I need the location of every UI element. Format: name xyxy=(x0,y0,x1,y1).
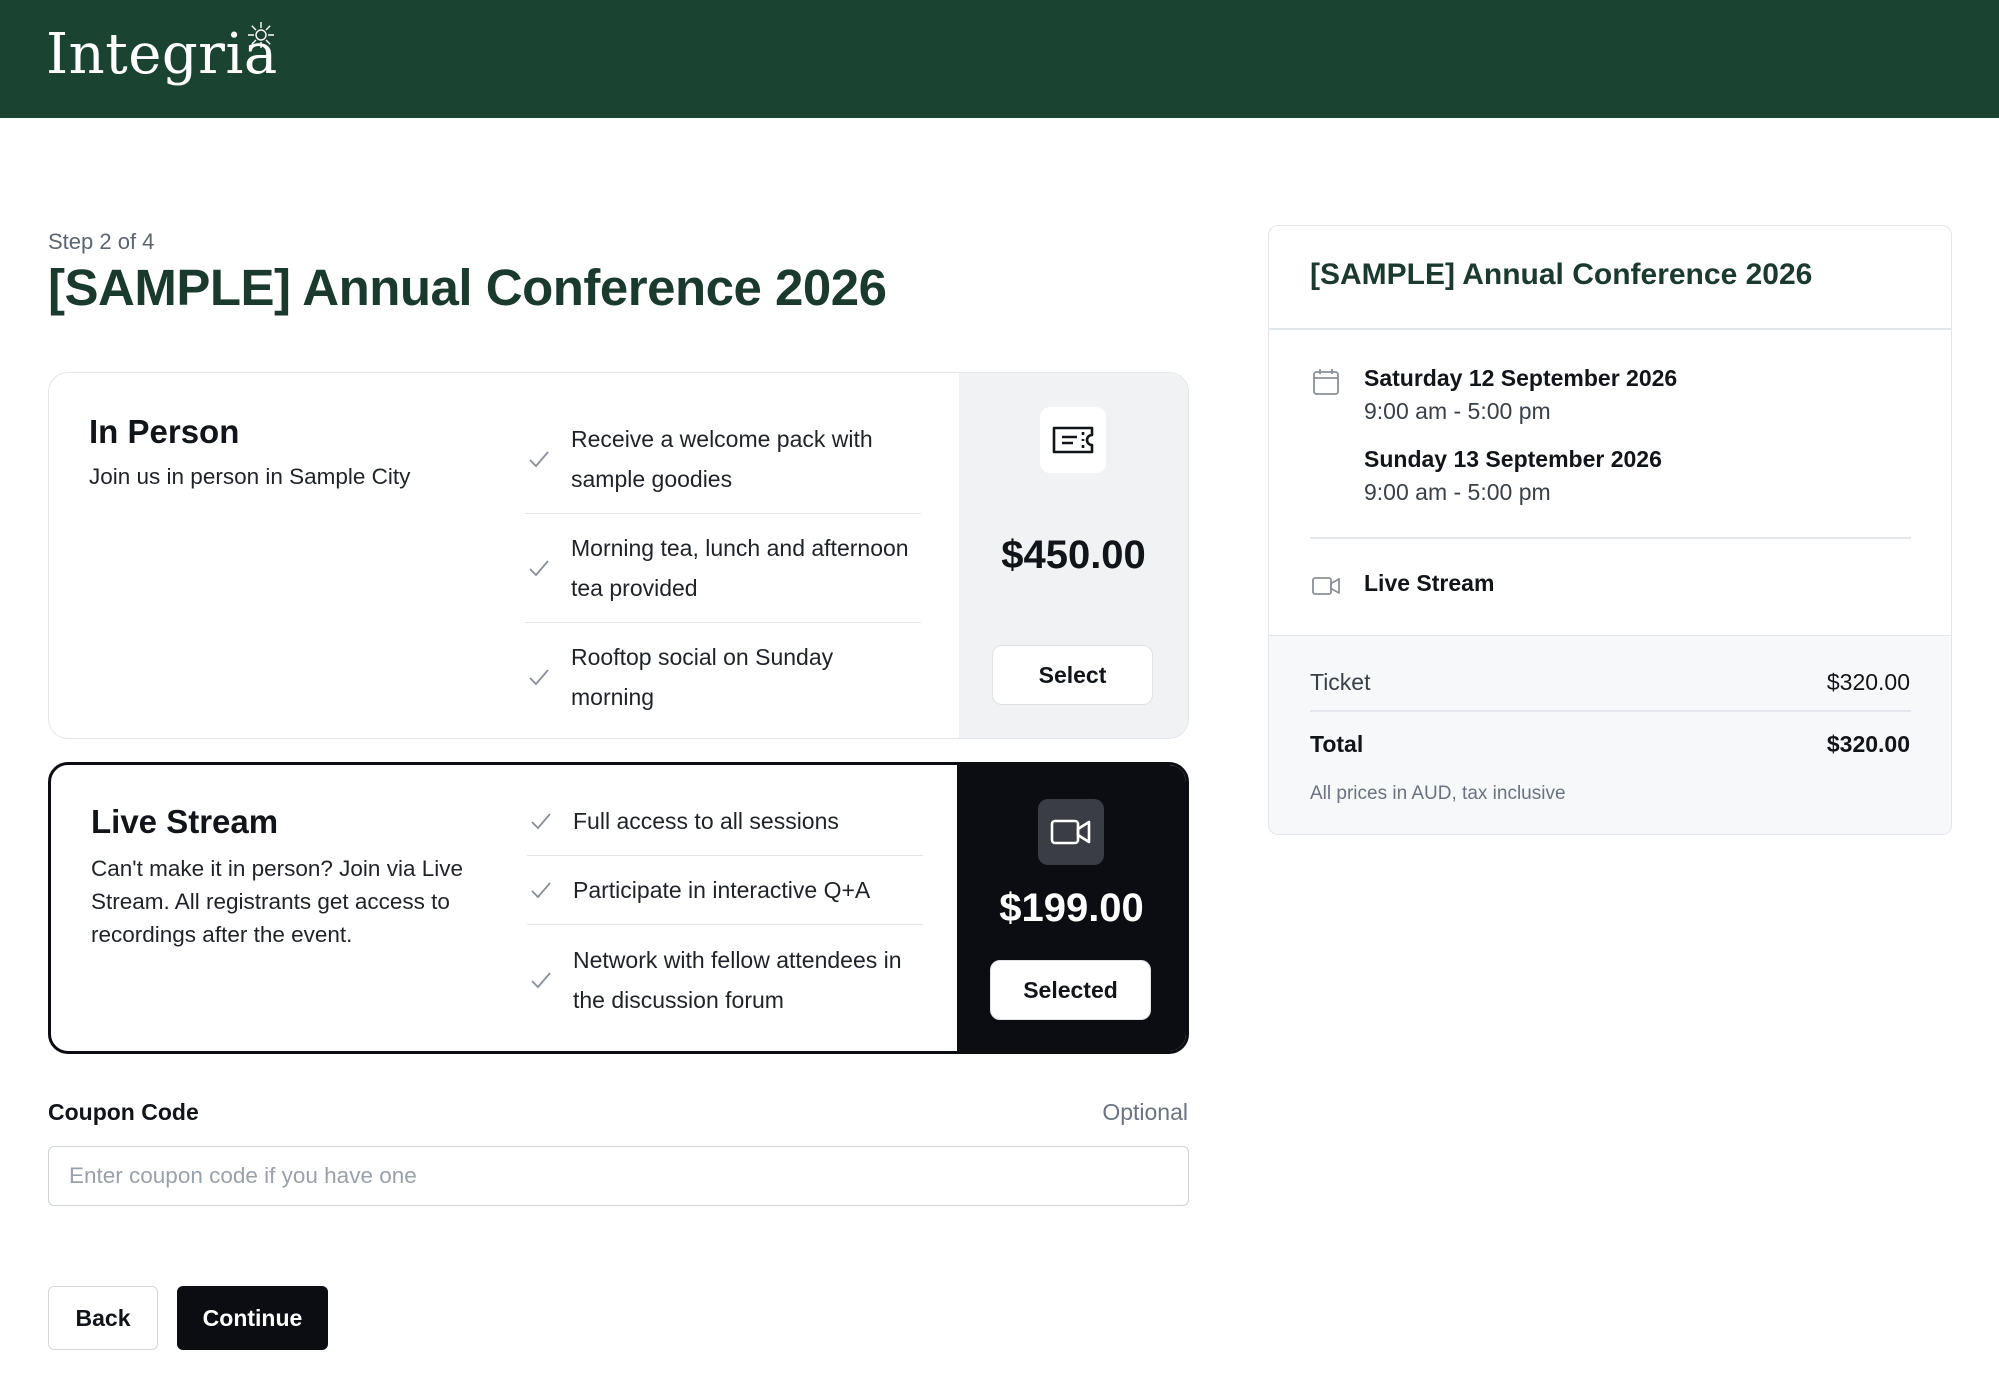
feature-text: Rooftop social on Sunday morning xyxy=(571,643,834,710)
coupon-label: Coupon Code xyxy=(48,1099,199,1125)
summary-date-day: Saturday 12 September 2026 xyxy=(1364,365,1678,391)
feature-list: Receive a welcome pack with sample goodi… xyxy=(525,405,921,730)
check-icon xyxy=(531,813,551,830)
feature-item: Network with fellow attendees in the dis… xyxy=(527,925,923,1035)
coupon-input[interactable] xyxy=(48,1146,1189,1206)
back-button[interactable]: Back xyxy=(48,1286,158,1350)
feature-item: Full access to all sessions xyxy=(527,787,923,856)
step-indicator: Step 2 of 4 xyxy=(48,229,155,254)
check-icon xyxy=(531,882,551,899)
feature-item: Receive a welcome pack with sample goodi… xyxy=(525,405,921,514)
feature-list: Full access to all sessions Participate … xyxy=(527,787,923,1035)
ticket-icon xyxy=(1052,426,1094,454)
calendar-icon xyxy=(1313,369,1339,395)
price-note: All prices in AUD, tax inclusive xyxy=(1310,783,1566,804)
ticket-icon-box xyxy=(1040,407,1106,473)
order-summary: [SAMPLE] Annual Conference 2026 Saturday… xyxy=(1268,225,1952,835)
summary-title: [SAMPLE] Annual Conference 2026 xyxy=(1310,258,1813,291)
summary-divider xyxy=(1269,328,1951,330)
option-price: $199.00 xyxy=(999,886,1144,930)
feature-text: Participate in interactive Q+A xyxy=(573,877,871,903)
summary-divider xyxy=(1310,710,1911,712)
selected-button[interactable]: Selected xyxy=(990,960,1151,1020)
total-label: Total xyxy=(1310,731,1364,757)
summary-date-day: Sunday 13 September 2026 xyxy=(1364,446,1662,472)
continue-button[interactable]: Continue xyxy=(177,1286,328,1350)
summary-date-time: 9:00 am - 5:00 pm xyxy=(1364,398,1551,424)
summary-divider xyxy=(1310,537,1911,539)
price-panel: $450.00 Select xyxy=(959,373,1188,738)
summary-pricing: Ticket $320.00 Total $320.00 All prices … xyxy=(1269,635,1951,834)
video-icon-box xyxy=(1038,799,1104,865)
video-camera-icon xyxy=(1050,819,1091,845)
option-description: Join us in person in Sample City xyxy=(89,464,411,489)
feature-text: Receive a welcome pack with sample goodi… xyxy=(571,426,873,492)
price-panel: $199.00 Selected xyxy=(957,765,1186,1051)
check-icon xyxy=(529,668,549,685)
feature-item: Participate in interactive Q+A xyxy=(527,856,923,925)
feature-item: Morning tea, lunch and afternoon tea pro… xyxy=(525,514,921,623)
option-title: Live Stream xyxy=(91,803,279,840)
brand-logo[interactable]: Integria xyxy=(46,22,278,87)
total-value: $320.00 xyxy=(1826,731,1910,757)
ticket-value: $320.00 xyxy=(1826,669,1910,695)
summary-date-time: 9:00 am - 5:00 pm xyxy=(1364,479,1551,505)
top-bar: Integria xyxy=(0,0,1999,118)
feature-text: Network with fellow attendees in the dis… xyxy=(573,947,902,1013)
logo-star-icon xyxy=(248,22,274,48)
select-button[interactable]: Select xyxy=(992,645,1153,705)
video-camera-icon xyxy=(1312,577,1340,595)
option-card-in-person[interactable]: In Person Join us in person in Sample Ci… xyxy=(48,372,1189,739)
option-card-live-stream[interactable]: Live Stream Can't make it in person? Joi… xyxy=(48,762,1189,1054)
option-price: $450.00 xyxy=(1001,533,1146,577)
check-icon xyxy=(531,972,551,989)
option-description: Can't make it in person? Join via Live S… xyxy=(91,856,463,947)
ticket-label: Ticket xyxy=(1310,669,1371,695)
check-icon xyxy=(529,451,549,468)
feature-text: Full access to all sessions xyxy=(573,808,839,834)
summary-attendance: Live Stream xyxy=(1364,570,1495,596)
page-title: [SAMPLE] Annual Conference 2026 xyxy=(48,259,887,316)
feature-text: Morning tea, lunch and afternoon tea pro… xyxy=(571,535,909,601)
feature-item: Rooftop social on Sunday morning xyxy=(525,623,921,730)
option-title: In Person xyxy=(89,413,240,450)
coupon-optional-label: Optional xyxy=(1102,1099,1188,1125)
check-icon xyxy=(529,560,549,577)
